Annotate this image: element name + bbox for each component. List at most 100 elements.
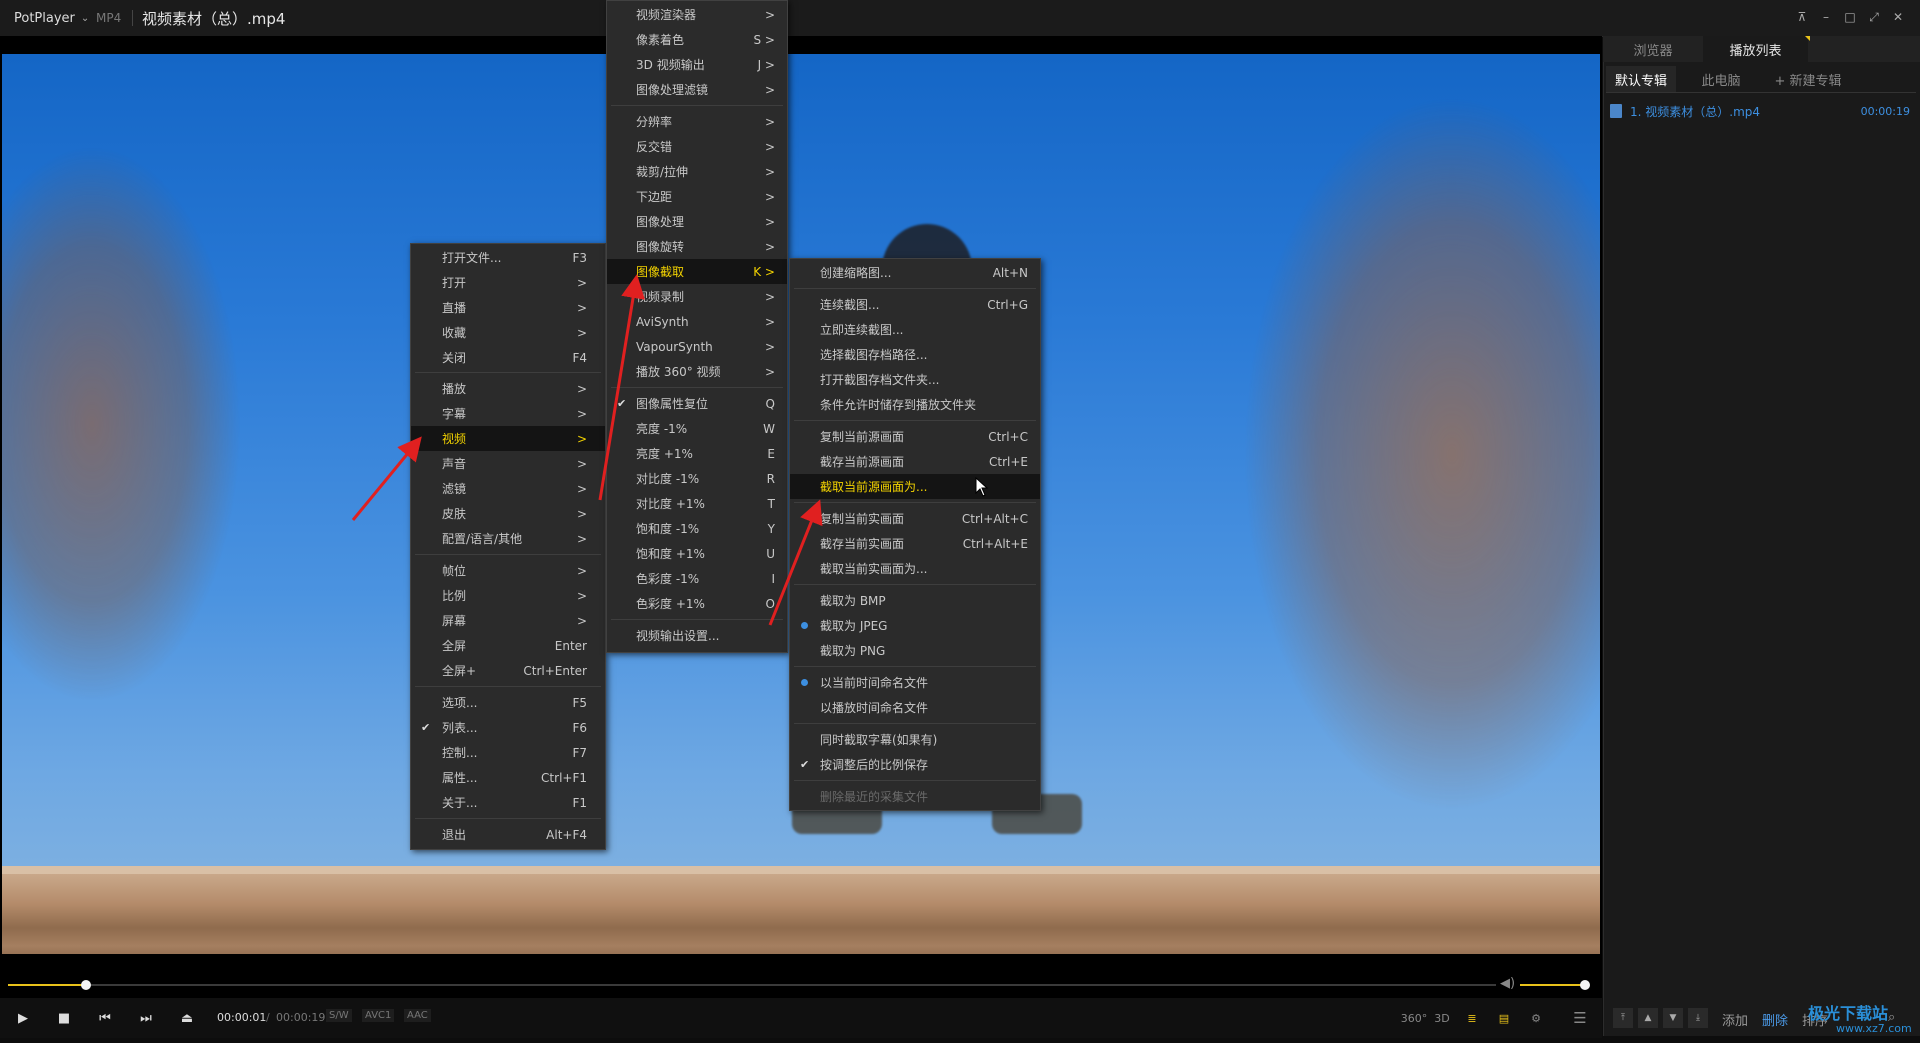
move-top-icon[interactable]: ⤒ (1613, 1008, 1633, 1028)
main-menu-item[interactable]: 视频 > (411, 426, 605, 451)
capture-menu-item[interactable]: 复制当前源画面 Ctrl+C (790, 424, 1040, 449)
video-menu-item[interactable]: 3D 视频输出 J > (607, 52, 787, 77)
tab-browser[interactable]: 浏览器 (1603, 36, 1703, 62)
video-menu-item[interactable]: 裁剪/拉伸 > (607, 159, 787, 184)
video-menu-item[interactable]: 对比度 +1% T (607, 491, 787, 516)
gear-icon[interactable]: ⚙ (1524, 1006, 1548, 1030)
video-menu-item[interactable]: 亮度 +1% E (607, 441, 787, 466)
main-menu-item[interactable]: 列表... F6 ✔ (411, 715, 605, 740)
eject-icon[interactable]: ⏏ (175, 1006, 199, 1030)
main-menu-item[interactable]: 帧位 > (411, 558, 605, 583)
main-menu-item[interactable]: 关闭 F4 (411, 345, 605, 370)
app-menu-button[interactable]: PotPlayer ⌄ (8, 6, 95, 30)
capture-menu-item[interactable]: 截取为 BMP (790, 588, 1040, 613)
video-menu-item[interactable]: 图像处理滤镜 > (607, 77, 787, 102)
capture-menu-item[interactable]: 创建缩略图... Alt+N (790, 260, 1040, 285)
capture-menu-item[interactable]: 截取当前实画面为... (790, 556, 1040, 581)
video-menu-item[interactable]: 视频录制 > (607, 284, 787, 309)
video-menu-item[interactable]: 下边距 > (607, 184, 787, 209)
menu-icon[interactable]: ☰ (1568, 1006, 1592, 1030)
volume-icon[interactable]: ◀) (1500, 976, 1515, 991)
capture-menu-item[interactable]: 截存当前实画面 Ctrl+Alt+E (790, 531, 1040, 556)
capture-menu-item[interactable]: 复制当前实画面 Ctrl+Alt+C (790, 506, 1040, 531)
capture-menu-item[interactable]: 选择截图存档路径... (790, 342, 1040, 367)
main-menu-item[interactable]: 比例 > (411, 583, 605, 608)
minimize-icon[interactable]: – (1815, 6, 1837, 28)
add-button[interactable]: 添加 (1722, 1010, 1748, 1029)
video-menu-item[interactable]: 图像处理 > (607, 209, 787, 234)
main-menu-item[interactable]: 字幕 > (411, 401, 605, 426)
main-menu-item[interactable]: 收藏 > (411, 320, 605, 345)
capture-menu-item[interactable]: 以当前时间命名文件 (790, 670, 1040, 695)
main-menu-item[interactable]: 全屏+ Ctrl+Enter (411, 658, 605, 683)
tab-this-pc[interactable]: 此电脑 (1680, 66, 1762, 92)
capture-menu-item[interactable]: 连续截图... Ctrl+G (790, 292, 1040, 317)
subtitle-icon[interactable]: ▤ (1492, 1006, 1516, 1030)
video-menu-item[interactable]: 图像属性复位 Q ✔ (607, 391, 787, 416)
video-menu-item[interactable]: AviSynth > (607, 309, 787, 334)
close-icon[interactable]: ✕ (1887, 6, 1909, 28)
fullscreen-icon[interactable]: ⤢ (1863, 6, 1885, 28)
video-menu-item[interactable]: 播放 360° 视频 > (607, 359, 787, 384)
main-menu-item[interactable]: 配置/语言/其他 > (411, 526, 605, 551)
playlist-search-icon[interactable]: ≣ (1460, 1006, 1484, 1030)
main-menu-item[interactable]: 打开 > (411, 270, 605, 295)
move-bottom-icon[interactable]: ⤓ (1688, 1008, 1708, 1028)
playlist-item[interactable]: 1. 视频素材（总）.mp4 00:00:19 (1610, 100, 1916, 122)
seek-handle[interactable] (81, 980, 91, 990)
tab-default-album[interactable]: 默认专辑 (1606, 66, 1676, 92)
capture-menu-item[interactable]: 以播放时间命名文件 (790, 695, 1040, 720)
main-menu-item[interactable]: 滤镜 > (411, 476, 605, 501)
main-menu-item[interactable]: 关于... F1 (411, 790, 605, 815)
video-menu-item[interactable]: 分辨率 > (607, 109, 787, 134)
video-menu-item[interactable]: 视频渲染器 > (607, 2, 787, 27)
volume-handle[interactable] (1580, 980, 1590, 990)
play-icon[interactable]: ▶ (11, 1006, 35, 1030)
volume-slider[interactable] (1520, 984, 1585, 986)
capture-menu-item[interactable]: 删除最近的采集文件 (790, 784, 1040, 809)
main-menu-item[interactable]: 全屏 Enter (411, 633, 605, 658)
video-menu-item[interactable]: VapourSynth > (607, 334, 787, 359)
video-menu-item[interactable]: 图像旋转 > (607, 234, 787, 259)
new-album-button[interactable]: + 新建专辑 (1766, 66, 1850, 92)
main-menu-item[interactable]: 播放 > (411, 376, 605, 401)
video-menu-item[interactable]: 对比度 -1% R (607, 466, 787, 491)
video-menu-item[interactable]: 反交错 > (607, 134, 787, 159)
capture-menu-item[interactable]: 条件允许时储存到播放文件夹 (790, 392, 1040, 417)
main-menu-item[interactable]: 属性... Ctrl+F1 (411, 765, 605, 790)
capture-menu-item[interactable]: 截取当前源画面为... (790, 474, 1040, 499)
capture-menu-item[interactable]: 同时截取字幕(如果有) (790, 727, 1040, 752)
main-menu-item[interactable]: 屏幕 > (411, 608, 605, 633)
pin-icon[interactable]: ⊼ (1791, 6, 1813, 28)
capture-menu-item[interactable]: 按调整后的比例保存 ✔ (790, 752, 1040, 777)
seek-bar[interactable] (8, 984, 1496, 986)
main-menu-item[interactable]: 直播 > (411, 295, 605, 320)
move-down-icon[interactable]: ▼ (1663, 1008, 1683, 1028)
main-menu-item[interactable]: 控制... F7 (411, 740, 605, 765)
main-menu-item[interactable]: 皮肤 > (411, 501, 605, 526)
delete-button[interactable]: 删除 (1762, 1010, 1788, 1029)
capture-menu-item[interactable]: 截存当前源画面 Ctrl+E (790, 449, 1040, 474)
next-icon[interactable]: ⏭ (134, 1006, 158, 1030)
maximize-icon[interactable]: □ (1839, 6, 1861, 28)
main-menu-item[interactable]: 选项... F5 (411, 690, 605, 715)
main-menu-item[interactable]: 退出 Alt+F4 (411, 822, 605, 847)
stop-icon[interactable]: ■ (52, 1006, 76, 1030)
video-menu-item[interactable]: 饱和度 -1% Y (607, 516, 787, 541)
vr-360-button[interactable]: 360° (1401, 1006, 1428, 1030)
video-menu-item[interactable]: 像素着色 S > (607, 27, 787, 52)
capture-menu-item[interactable]: 截取为 PNG (790, 638, 1040, 663)
tab-playlist[interactable]: 播放列表 (1703, 36, 1808, 62)
video-menu-item[interactable]: 色彩度 +1% O (607, 591, 787, 616)
video-menu-item[interactable]: 视频输出设置... (607, 623, 787, 648)
capture-menu-item[interactable]: 截取为 JPEG (790, 613, 1040, 638)
main-menu-item[interactable]: 打开文件... F3 (411, 245, 605, 270)
video-menu-item[interactable]: 饱和度 +1% U (607, 541, 787, 566)
video-menu-item[interactable]: 图像截取 K > (607, 259, 787, 284)
video-menu-item[interactable]: 亮度 -1% W (607, 416, 787, 441)
move-up-icon[interactable]: ▲ (1638, 1008, 1658, 1028)
main-menu-item[interactable]: 声音 > (411, 451, 605, 476)
previous-icon[interactable]: ⏮ (93, 1006, 117, 1030)
3d-button[interactable]: 3D (1430, 1006, 1454, 1030)
capture-menu-item[interactable]: 打开截图存档文件夹... (790, 367, 1040, 392)
